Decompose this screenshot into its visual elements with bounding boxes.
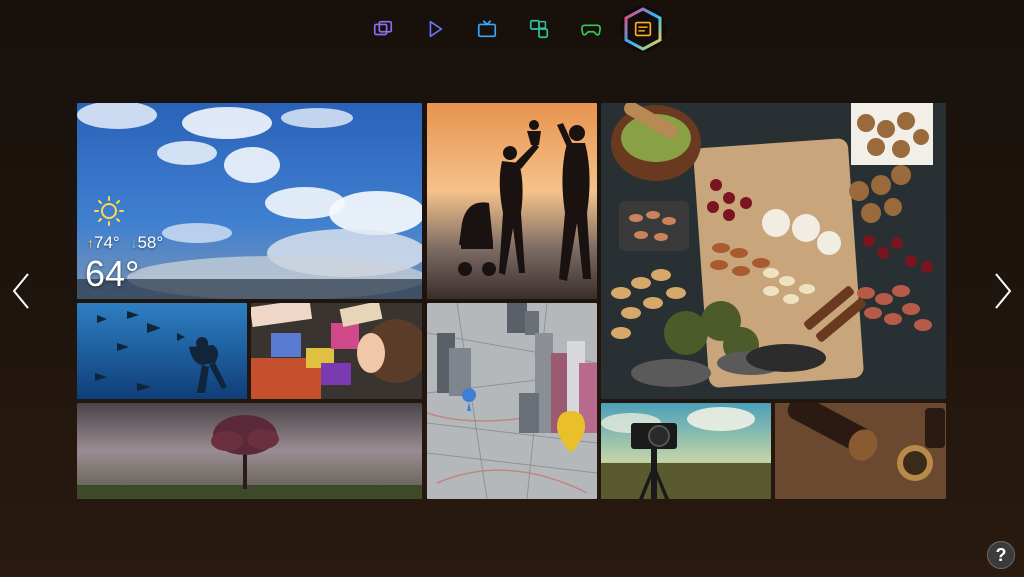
scroll-right-button[interactable]: [988, 268, 1018, 314]
weather-widget: ↑74° ↓58° 64°: [85, 195, 245, 295]
high-low-temperature: ↑74° ↓58°: [87, 233, 163, 253]
spices-tile[interactable]: [601, 103, 946, 399]
camera-image: [601, 403, 771, 499]
help-label: ?: [995, 544, 1007, 565]
map-tile[interactable]: [427, 303, 597, 499]
panel-icon: [634, 21, 652, 37]
nav-multiscreen-button[interactable]: [360, 6, 406, 52]
spices-image: [601, 103, 946, 399]
child-playing-image: [251, 303, 422, 399]
tv-icon: [477, 20, 497, 38]
nav-panel-button[interactable]: [620, 6, 666, 52]
underwater-tile[interactable]: [77, 303, 247, 399]
help-button[interactable]: ?: [987, 541, 1015, 569]
chevron-left-icon: [12, 273, 29, 309]
sun-icon: [94, 196, 124, 226]
gamepad-icon: [581, 24, 601, 36]
weather-tile[interactable]: ↑74° ↓58° 64°: [77, 103, 422, 299]
scroll-left-button[interactable]: [6, 268, 36, 314]
high-temperature: 74°: [94, 233, 120, 252]
map-city-image: [427, 303, 597, 499]
play-icon: [429, 20, 443, 38]
telescope-image: [775, 403, 946, 499]
child-tile[interactable]: [251, 303, 422, 399]
arrow-up-icon: ↑: [87, 235, 94, 251]
explorer-tile[interactable]: [775, 403, 946, 499]
current-temperature: 64°: [85, 253, 140, 294]
apps-icon: [529, 19, 549, 39]
nav-apps-button[interactable]: [516, 6, 562, 52]
tree-tile[interactable]: [77, 403, 422, 499]
family-tile[interactable]: [427, 103, 597, 299]
tree-image: [77, 403, 422, 499]
smart-hub-screen: ↑74° ↓58° 64° ?: [0, 0, 1024, 577]
family-sunset-image: [427, 103, 597, 299]
underwater-image: [77, 303, 247, 399]
nav-tv-button[interactable]: [464, 6, 510, 52]
chevron-right-icon: [995, 273, 1012, 309]
nav-play-button[interactable]: [412, 6, 458, 52]
multiscreen-icon: [373, 20, 393, 36]
low-temperature: 58°: [137, 233, 164, 252]
nav-games-button[interactable]: [568, 6, 614, 52]
top-navigation: [360, 6, 670, 52]
camera-tile[interactable]: [601, 403, 771, 499]
